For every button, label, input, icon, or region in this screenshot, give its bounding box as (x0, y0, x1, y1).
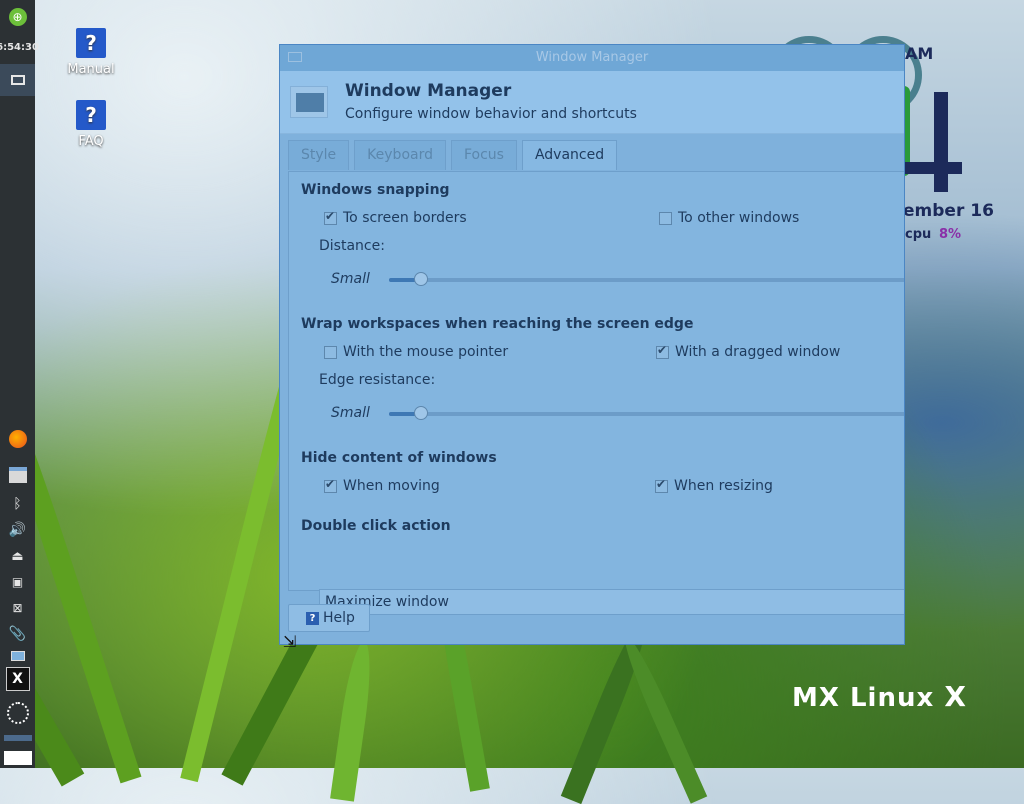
section-hide-content: Hide content of windows (301, 450, 497, 466)
tab-advanced[interactable]: Advanced (521, 140, 618, 170)
tab-focus[interactable]: Focus (450, 140, 517, 170)
tab-style[interactable]: Style (288, 140, 350, 170)
tab-keyboard[interactable]: Keyboard (354, 140, 446, 170)
desktop-icon-manual[interactable]: ? Manual (51, 28, 131, 77)
bluetooth-icon: ᛒ (13, 496, 22, 512)
slider-handle[interactable] (414, 406, 428, 420)
desktop-icon-label: FAQ (78, 134, 104, 149)
checkbox-indicator[interactable] (324, 477, 337, 493)
distance-label: Distance: (319, 238, 385, 254)
analog-clock[interactable] (0, 700, 35, 726)
checkbox-indicator[interactable] (655, 477, 668, 493)
firefox-launcher[interactable] (0, 428, 35, 450)
help-icon: ? (76, 28, 106, 58)
advanced-tab-content: Windows snapping To screen borders To ot… (288, 171, 904, 615)
updater-tray[interactable]: ▣ (0, 572, 35, 592)
distance-small-label: Small (331, 271, 370, 287)
help-icon: ? (76, 100, 106, 130)
conky-cpu-value: 8% (939, 227, 962, 242)
header-subtitle: Configure window behavior and shortcuts (345, 106, 637, 122)
slider-handle[interactable] (414, 272, 428, 286)
eject-tray[interactable]: ⏏ (0, 546, 35, 566)
checkbox-label: When resizing (674, 478, 773, 494)
bluetooth-tray[interactable]: ᛒ (0, 494, 35, 514)
menu-button[interactable]: ⊕ (0, 6, 35, 28)
firefox-icon (8, 430, 27, 448)
volume-tray[interactable]: 🔊 (0, 520, 35, 540)
clipboard-tray[interactable]: 📎 (0, 624, 35, 644)
mx-tools-launcher[interactable]: X (0, 667, 35, 691)
taskbar-window-button[interactable] (0, 64, 35, 96)
checkbox-indicator[interactable] (324, 209, 337, 225)
display-tray[interactable]: ⊠ (0, 598, 35, 618)
double-click-action-combo[interactable]: Maximize window (319, 589, 904, 615)
window-manager-dialog: Window Manager Window Manager Configure … (279, 44, 905, 645)
section-wrap-workspaces: Wrap workspaces when reaching the screen… (301, 316, 694, 332)
distance-slider[interactable] (389, 272, 904, 286)
conky-ampm: AM (905, 44, 934, 63)
logo-text: MX Linux (792, 683, 935, 713)
checkbox-label: To other windows (678, 210, 800, 226)
panel-clock[interactable]: 6:54:30 (0, 42, 39, 53)
mx-x-mark-icon: X (944, 680, 967, 713)
checkbox-indicator[interactable] (656, 343, 669, 359)
section-double-click-action: Double click action (301, 518, 451, 534)
window-menu-icon[interactable] (288, 52, 302, 62)
window-icon (10, 75, 25, 85)
workspace-icon (10, 651, 25, 661)
clock-icon (6, 702, 29, 724)
checkbox-when-resizing[interactable]: When resizing (655, 477, 773, 494)
tab-bar: Style Keyboard Focus Advanced (288, 140, 622, 171)
display-off-icon: ⊠ (12, 601, 23, 615)
checkbox-to-screen-borders[interactable]: To screen borders (324, 209, 467, 226)
desktop-icon-faq[interactable]: ? FAQ (51, 100, 131, 149)
checkbox-with-dragged-window[interactable]: With a dragged window (656, 343, 841, 360)
checkbox-indicator[interactable] (324, 345, 337, 359)
help-button-label: Help (323, 610, 355, 626)
window-manager-icon (290, 86, 328, 118)
cpu-graph (0, 734, 35, 742)
show-desktop-button[interactable] (0, 750, 35, 766)
conky-cpu-label: cpu (905, 227, 932, 242)
help-icon: ? (306, 611, 319, 625)
conky-date: ember 16 (903, 201, 994, 221)
checkbox-to-other-windows[interactable]: To other windows (659, 210, 799, 226)
checkbox-indicator[interactable] (659, 211, 672, 225)
left-panel: ⊕ 6:54:30 ᛒ 🔊 ⏏ ▣ ⊠ 📎 X (0, 0, 39, 768)
mx-logo-icon: X (5, 667, 30, 691)
window-title: Window Manager (535, 50, 649, 65)
edge-resistance-label: Edge resistance: (319, 372, 436, 388)
desktop-icon-label: Manual (67, 62, 115, 77)
paperclip-icon: 📎 (8, 626, 27, 642)
resize-cursor-icon: ⇲ (283, 632, 297, 651)
power-icon: ⊕ (8, 8, 27, 26)
folder-icon (8, 467, 27, 483)
edge-resistance-slider[interactable] (389, 406, 904, 420)
file-manager-launcher[interactable] (0, 464, 35, 486)
checkbox-when-moving[interactable]: When moving (324, 477, 440, 494)
title-bar[interactable]: Window Manager (280, 45, 904, 71)
dialog-header: Window Manager Configure window behavior… (280, 71, 904, 134)
edge-small-label: Small (331, 405, 370, 421)
checkbox-label: With the mouse pointer (343, 344, 509, 360)
checkbox-label: To screen borders (343, 210, 467, 226)
help-button[interactable]: ? Help (288, 604, 370, 632)
section-windows-snapping: Windows snapping (301, 182, 450, 198)
checkbox-label: When moving (343, 478, 440, 494)
checkbox-with-mouse-pointer[interactable]: With the mouse pointer (324, 344, 508, 360)
workspace-switcher[interactable] (0, 650, 35, 662)
checkbox-label: With a dragged window (675, 344, 841, 360)
header-title: Window Manager (345, 81, 512, 101)
eject-icon: ⏏ (11, 548, 24, 564)
mx-linux-logo: MX Linux X (792, 680, 967, 713)
volume-icon: 🔊 (8, 522, 27, 538)
package-icon: ▣ (11, 575, 24, 589)
